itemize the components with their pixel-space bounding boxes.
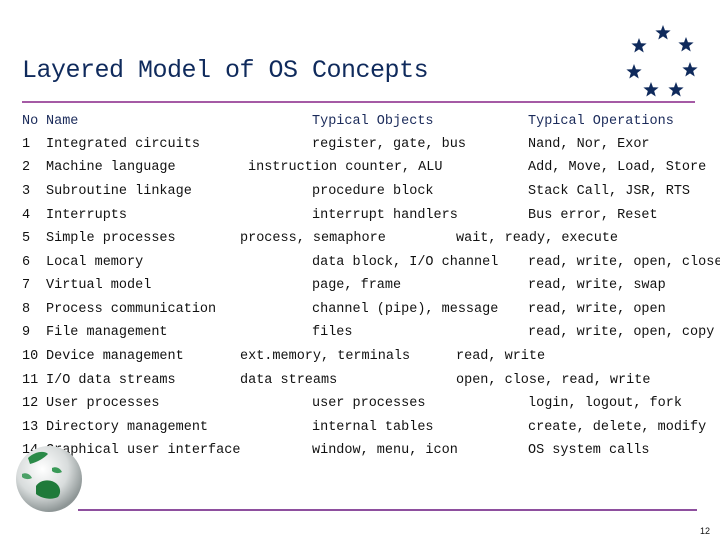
star-icon — [643, 82, 659, 97]
table-row: 3 Subroutine linkage procedure block Stack … — [0, 184, 720, 204]
table-row: 6 Local memory data block, I/O channel read… — [0, 255, 720, 275]
row-objects: register, gate, bus — [312, 137, 466, 152]
row-operations: Add, Move, Load, Store — [528, 160, 707, 175]
row-no: 2 — [22, 160, 31, 175]
row-no: 4 — [22, 208, 31, 223]
row-no: 7 — [22, 278, 31, 293]
row-no: 1 — [22, 137, 31, 152]
title-divider — [22, 101, 695, 103]
star-icon — [631, 38, 647, 53]
table-row: 9 File management files read, write, open, … — [0, 325, 720, 345]
table-row: 1 Integrated circuits register, gate, bus N… — [0, 137, 720, 157]
row-name: Virtual model — [46, 278, 152, 293]
row-objects: files — [312, 325, 353, 340]
row-no: 11 — [22, 373, 39, 388]
row-operations: read, write, open, copy — [528, 325, 715, 340]
row-no: 6 — [22, 255, 31, 270]
header-operations: Typical Operations — [528, 114, 674, 129]
row-name: Interrupts — [46, 208, 128, 223]
row-name: Device management — [46, 349, 184, 364]
row-operations: read, write, open — [528, 302, 666, 317]
row-operations: Nand, Nor, Exor — [528, 137, 650, 152]
row-no: 8 — [22, 302, 31, 317]
row-operations: read, write, swap — [528, 278, 666, 293]
table-row: 10 Device management ext.memory, terminals… — [0, 349, 720, 369]
row-objects: ext.memory, terminals — [240, 349, 411, 364]
row-no: 10 — [22, 349, 39, 364]
row-name: Process communication — [46, 302, 217, 317]
header-objects: Typical Objects — [312, 114, 434, 129]
table-row: 8 Process communication channel (pipe), me… — [0, 302, 720, 322]
row-objects: data streams — [240, 373, 338, 388]
row-operations: Bus error, Reset — [528, 208, 658, 223]
row-operations: create, delete, modify — [528, 420, 707, 435]
row-no: 5 — [22, 231, 31, 246]
table-row: 12 User processes user processes login, log… — [0, 396, 720, 416]
row-operations: read, write — [456, 349, 546, 364]
star-icon — [682, 62, 698, 77]
row-operations: Stack Call, JSR, RTS — [528, 184, 691, 199]
row-name: I/O data streams — [46, 373, 176, 388]
row-objects: internal tables — [312, 420, 434, 435]
table-row: 13 Directory management internal tables cre… — [0, 420, 720, 440]
star-ring-icon — [626, 25, 698, 97]
row-name: File management — [46, 325, 168, 340]
row-operations: wait, ready, execute — [456, 231, 619, 246]
row-name: Local memory — [46, 255, 144, 270]
row-objects: page, frame — [312, 278, 402, 293]
table-row: 7 Virtual model page, frame read, write, sw… — [0, 278, 720, 298]
star-icon — [655, 25, 671, 40]
row-operations: open, close, read, write — [456, 373, 651, 388]
footer-divider — [78, 509, 697, 511]
page-number: 12 — [700, 526, 711, 536]
table-row: 5 Simple processes process, semaphore wait,… — [0, 231, 720, 251]
row-no: 3 — [22, 184, 31, 199]
row-name: Directory management — [46, 420, 209, 435]
table-row: 14 Graphical user interface window, menu, … — [0, 443, 720, 463]
row-objects: instruction counter, ALU — [248, 160, 443, 175]
row-objects: user processes — [312, 396, 426, 411]
slide-title: Layered Model of OS Concepts — [22, 56, 429, 85]
row-no: 12 — [22, 396, 39, 411]
row-no: 9 — [22, 325, 31, 340]
row-objects: window, menu, icon — [312, 443, 458, 458]
row-name: Machine language — [46, 160, 176, 175]
row-no: 13 — [22, 420, 39, 435]
header-name: Name — [46, 114, 79, 129]
star-icon — [668, 82, 684, 97]
row-objects: procedure block — [312, 184, 434, 199]
row-objects: data block, I/O channel — [312, 255, 499, 270]
row-name: Simple processes — [46, 231, 176, 246]
table-row: 2 Machine language instruction counter, AL… — [0, 160, 720, 180]
row-name: Integrated circuits — [46, 137, 200, 152]
globe-icon — [16, 446, 82, 512]
row-objects: process, semaphore — [240, 231, 386, 246]
star-icon — [626, 64, 642, 79]
table-row: 4 Interrupts interrupt handlers Bus error, … — [0, 208, 720, 228]
header-no: No — [22, 114, 39, 129]
row-objects: channel (pipe), message — [312, 302, 499, 317]
table-row: 11 I/O data streams data streams open, clos… — [0, 373, 720, 393]
star-icon — [678, 37, 694, 52]
table-header: No Name Typical Objects Typical Operatio… — [0, 114, 720, 134]
row-name: Subroutine linkage — [46, 184, 192, 199]
row-name: User processes — [46, 396, 160, 411]
row-objects: interrupt handlers — [312, 208, 458, 223]
row-operations: login, logout, fork — [528, 396, 682, 411]
row-operations: OS system calls — [528, 443, 650, 458]
row-operations: read, write, open, close — [528, 255, 720, 270]
